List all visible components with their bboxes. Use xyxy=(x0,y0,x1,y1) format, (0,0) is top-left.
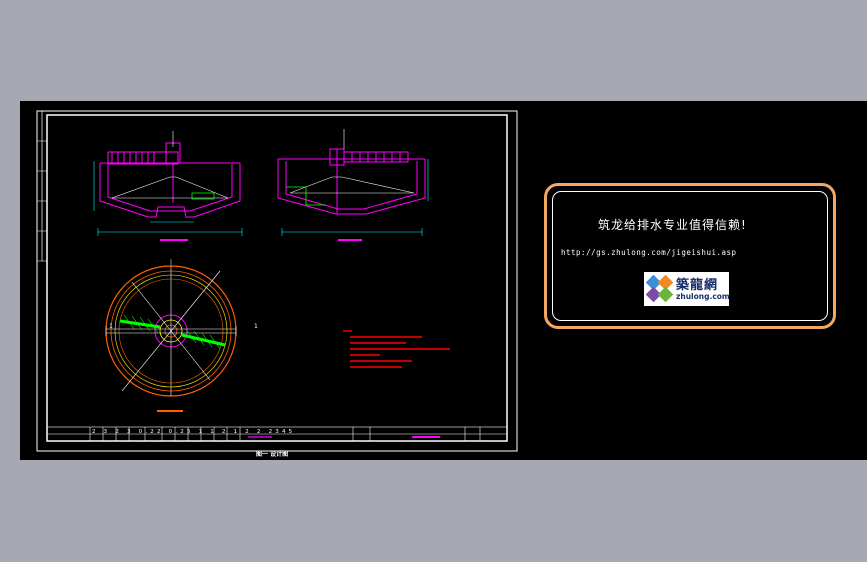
promo-slogan: 筑龙给排水专业值得信赖! xyxy=(598,218,747,232)
section-left-dims xyxy=(93,161,243,236)
promo-panel: 筑龙给排水专业值得信赖! http://gs.zhulong.com/jigei… xyxy=(544,183,836,329)
promo-url[interactable]: http://gs.zhulong.com/jigeishui.asp xyxy=(561,248,737,257)
section-left xyxy=(99,142,241,218)
plan-mark-left: 1 xyxy=(109,323,113,330)
section-right xyxy=(277,148,426,215)
drawing-caption: 图一 设计图 xyxy=(256,451,289,458)
design-notes xyxy=(343,330,450,368)
plan-axes xyxy=(106,266,236,396)
sheet-frame-outer xyxy=(36,110,518,452)
plan-mark-right: 1 xyxy=(254,323,258,330)
logo-text-en: zhulong.com xyxy=(676,292,730,301)
cad-viewport[interactable]: 2 3 2 3 0.22 0.25 1 1 2 1 2 2 2345 1 1 图… xyxy=(20,101,867,460)
promo-panel-inner: 筑龙给排水专业值得信赖! http://gs.zhulong.com/jigei… xyxy=(552,191,828,321)
logo-text-cn: 築龍網 xyxy=(676,278,719,293)
title-block-row: 2 3 2 3 0.22 0.25 1 1 2 1 2 2 2345 xyxy=(92,429,296,435)
logo-mark-icon xyxy=(646,275,674,303)
zhulong-logo[interactable]: 築龍網 zhulong.com xyxy=(644,272,730,306)
